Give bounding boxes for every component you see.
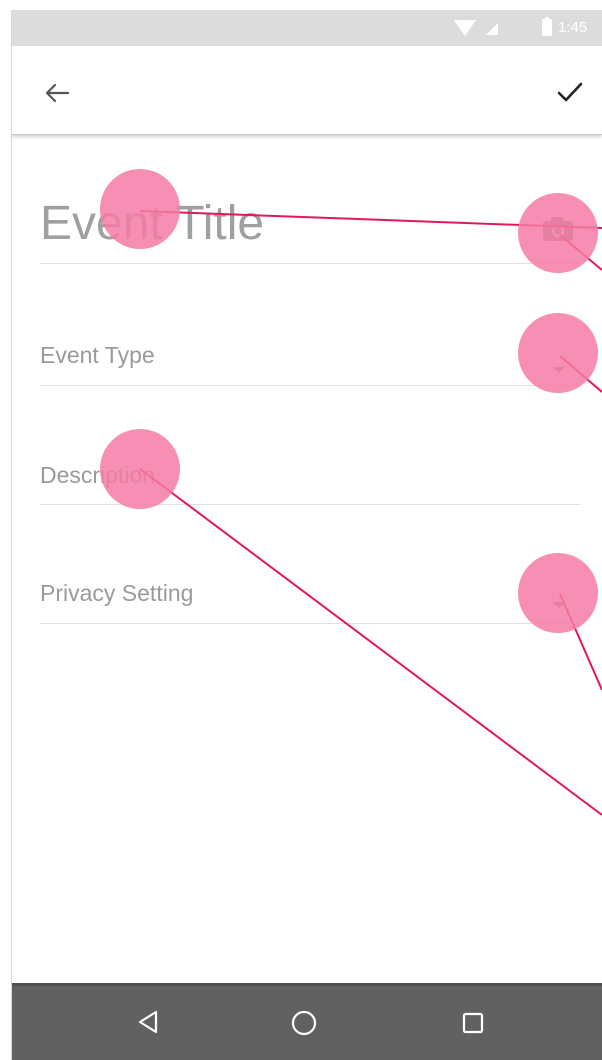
nav-recents-button[interactable] bbox=[460, 1010, 486, 1036]
navigation-bar bbox=[12, 983, 602, 1060]
event-type-underline bbox=[40, 385, 580, 386]
signal-icon bbox=[486, 23, 498, 35]
camera-button[interactable] bbox=[537, 212, 579, 248]
battery-icon bbox=[542, 17, 552, 36]
nav-home-button[interactable] bbox=[289, 1008, 319, 1038]
description-label: Description bbox=[40, 462, 156, 488]
event-type-label: Event Type bbox=[40, 342, 155, 368]
confirm-button[interactable] bbox=[550, 72, 590, 112]
status-time: 1:45 bbox=[558, 19, 588, 36]
nav-recents-icon bbox=[462, 1012, 484, 1034]
privacy-setting-field[interactable]: Privacy Setting bbox=[40, 568, 580, 628]
description-underline bbox=[40, 504, 580, 505]
event-title-field[interactable]: Event Title bbox=[40, 190, 580, 265]
event-type-dropdown-icon[interactable] bbox=[553, 367, 565, 373]
privacy-setting-underline bbox=[40, 623, 580, 624]
wifi-icon bbox=[454, 20, 476, 36]
privacy-setting-label: Privacy Setting bbox=[40, 580, 194, 606]
nav-back-button[interactable] bbox=[134, 1008, 162, 1036]
camera-icon bbox=[543, 217, 573, 241]
privacy-dropdown-icon[interactable] bbox=[553, 602, 565, 608]
event-title-placeholder: Event Title bbox=[40, 197, 265, 250]
nav-back-icon bbox=[138, 1010, 158, 1034]
nav-home-icon bbox=[291, 1010, 317, 1036]
arrow-left-icon bbox=[45, 83, 70, 103]
check-icon bbox=[557, 82, 583, 102]
device-screen: 1:45 Event Title Event Type Description … bbox=[12, 10, 602, 1060]
status-bar: 1:45 bbox=[12, 10, 602, 46]
event-type-field[interactable]: Event Type bbox=[40, 330, 580, 390]
app-bar bbox=[12, 46, 602, 135]
back-button[interactable] bbox=[38, 72, 78, 112]
description-field[interactable]: Description bbox=[40, 450, 580, 510]
event-title-underline bbox=[40, 263, 580, 264]
